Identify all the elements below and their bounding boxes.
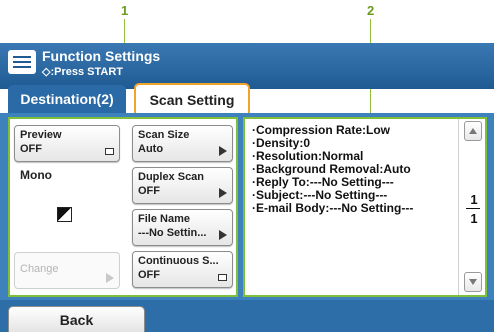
- mono-color-icon: [57, 207, 72, 222]
- file-name-button[interactable]: File Name ---No Settin...: [132, 209, 233, 246]
- preview-label: Preview: [20, 129, 62, 141]
- file-name-value: ---No Settin...: [138, 227, 207, 239]
- duplex-scan-button[interactable]: Duplex Scan OFF: [132, 167, 233, 204]
- toggle-box-icon: [105, 148, 114, 155]
- change-button[interactable]: Change: [14, 252, 120, 289]
- preview-button[interactable]: Preview OFF: [14, 125, 120, 162]
- duplex-scan-value: OFF: [138, 185, 160, 197]
- arrow-right-icon: [219, 188, 227, 198]
- callout-1-label: 1: [121, 3, 129, 18]
- preview-value: OFF: [20, 143, 42, 155]
- toggle-box-icon: [218, 274, 227, 281]
- start-hint: ◇:Press START: [42, 66, 123, 78]
- back-button[interactable]: Back: [8, 306, 145, 332]
- scroll-up-button[interactable]: [464, 121, 482, 141]
- screen-title: Function Settings: [42, 48, 161, 64]
- arrow-right-icon: [219, 230, 227, 240]
- list-item: ·E-mail Body:---No Setting---: [252, 201, 414, 215]
- duplex-scan-label: Duplex Scan: [138, 171, 205, 183]
- continuous-scan-label: Continuous S...: [138, 255, 219, 267]
- settings-summary-list: ·Compression Rate:Low ·Density:0 ·Resolu…: [252, 124, 413, 215]
- change-label: Change: [20, 263, 59, 275]
- scan-size-label: Scan Size: [138, 129, 190, 141]
- page-current: 1: [470, 192, 478, 207]
- title-bar: Function Settings ◇:Press START: [0, 43, 494, 89]
- page-divider: [466, 208, 480, 209]
- scan-size-button[interactable]: Scan Size Auto: [132, 125, 233, 162]
- arrow-right-icon: [106, 273, 114, 283]
- scrollbar[interactable]: [458, 119, 486, 295]
- page-total: 1: [470, 211, 478, 226]
- scroll-down-button[interactable]: [464, 272, 482, 292]
- continuous-scan-value: OFF: [138, 269, 160, 281]
- color-mode-label: Mono: [20, 168, 52, 182]
- continuous-scan-button[interactable]: Continuous S... OFF: [132, 251, 233, 288]
- tab-destination[interactable]: Destination(2): [8, 85, 126, 113]
- tab-scan-setting[interactable]: Scan Setting: [134, 83, 250, 115]
- callout-2-label: 2: [367, 3, 375, 18]
- file-name-label: File Name: [138, 213, 190, 225]
- menu-list-icon: [8, 50, 36, 74]
- scan-size-value: Auto: [138, 143, 164, 155]
- arrow-right-icon: [219, 146, 227, 156]
